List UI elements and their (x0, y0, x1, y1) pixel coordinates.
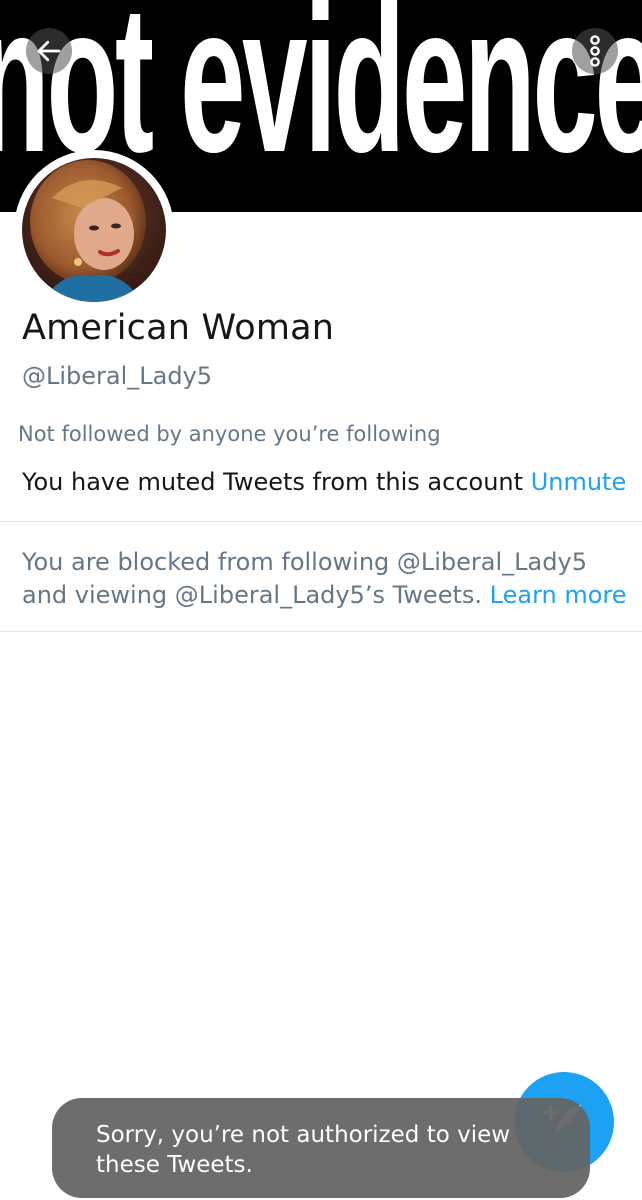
back-button[interactable] (26, 28, 72, 74)
more-vertical-icon (590, 35, 600, 67)
blocked-notice: You are blocked from following @Liberal_… (22, 546, 632, 612)
divider (0, 521, 642, 522)
profile-handle: @Liberal_Lady5 (22, 362, 213, 390)
avatar[interactable] (22, 158, 166, 302)
muted-text: You have muted Tweets from this account (22, 468, 524, 496)
profile-name: American Woman (22, 308, 335, 348)
learn-more-link[interactable]: Learn more (490, 581, 627, 609)
muted-notice: You have muted Tweets from this account … (22, 468, 626, 496)
followers-context: Not followed by anyone you’re following (18, 422, 441, 446)
arrow-left-icon (37, 40, 61, 62)
toast-notification: Sorry, you’re not authorized to view the… (52, 1098, 590, 1198)
avatar-border (14, 150, 174, 310)
more-options-button[interactable] (572, 28, 618, 74)
divider (0, 631, 642, 632)
toast-message: Sorry, you’re not authorized to view the… (96, 1122, 511, 1178)
avatar-photo (22, 158, 166, 302)
unmute-link[interactable]: Unmute (531, 468, 627, 496)
